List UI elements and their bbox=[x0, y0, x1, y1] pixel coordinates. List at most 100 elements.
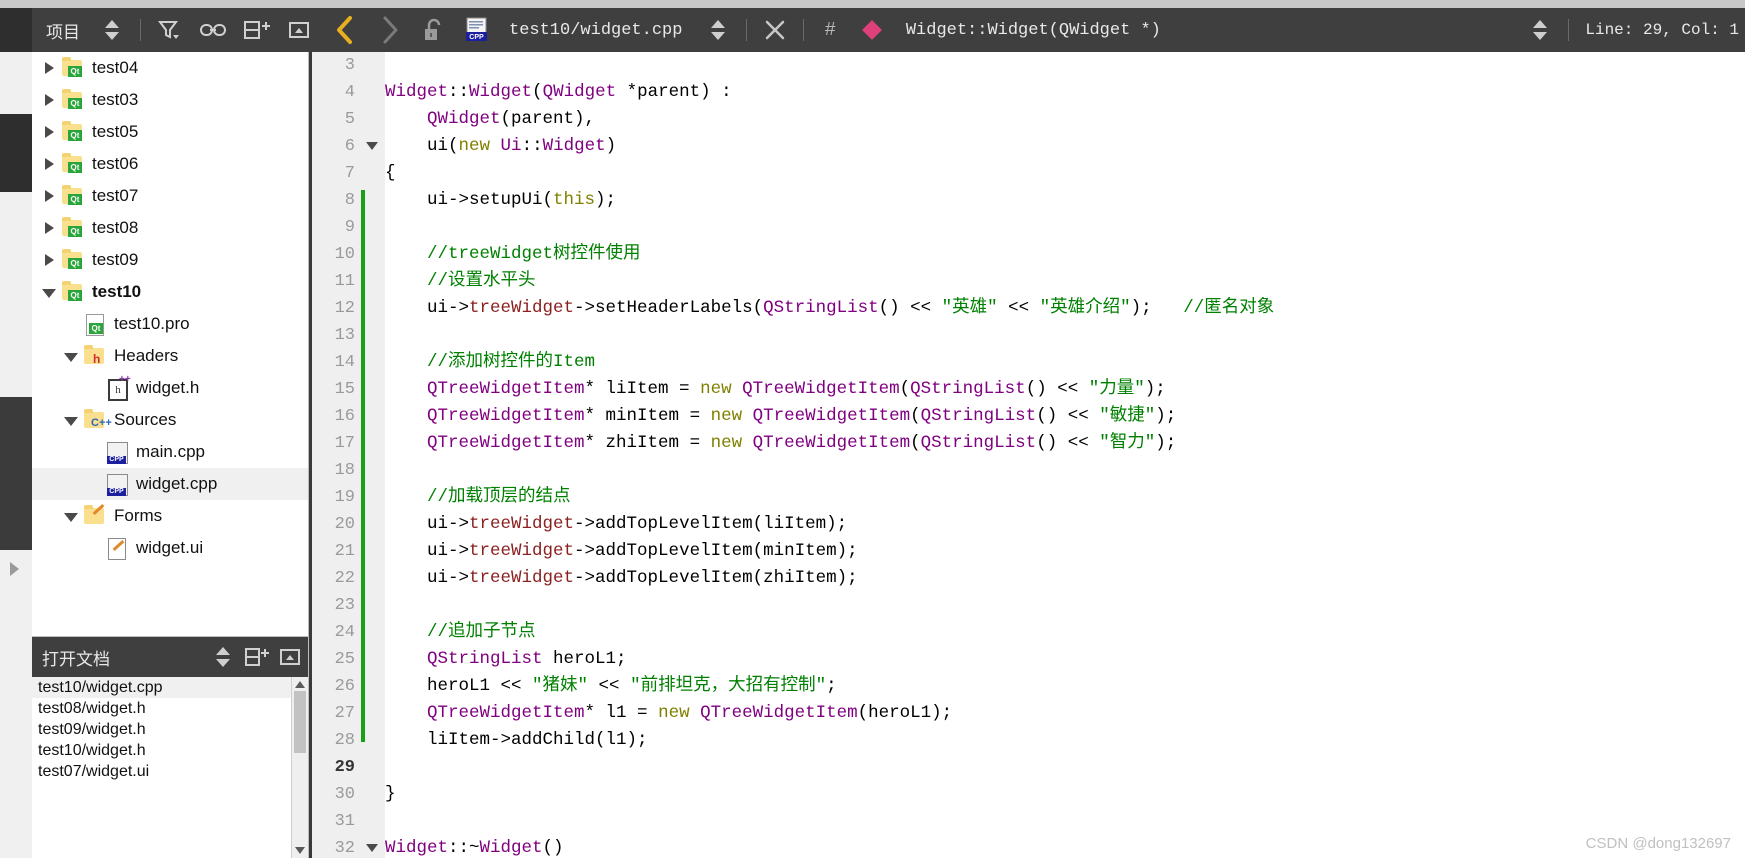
gutter-line[interactable]: 31 bbox=[309, 808, 385, 835]
twisty-collapsed-icon[interactable] bbox=[38, 121, 60, 143]
current-file-path[interactable]: test10/widget.cpp bbox=[499, 21, 682, 40]
tree-item-test10-pro[interactable]: Qt test10.pro bbox=[32, 308, 308, 340]
gutter-line[interactable]: 24 bbox=[309, 619, 385, 646]
scroll-down-arrow-icon[interactable] bbox=[295, 847, 305, 854]
gutter-line[interactable]: 27 bbox=[309, 700, 385, 727]
expand-sidebar-arrow-icon[interactable] bbox=[10, 562, 19, 576]
twisty-collapsed-icon[interactable] bbox=[38, 185, 60, 207]
gutter-line[interactable]: 14 bbox=[309, 349, 385, 376]
tree-item-test04[interactable]: Qt test04 bbox=[32, 52, 308, 84]
fold-marker-icon[interactable] bbox=[366, 844, 378, 852]
gutter-line[interactable]: 4 bbox=[309, 79, 385, 106]
code-line[interactable]: } bbox=[385, 781, 1745, 808]
tree-item-test05[interactable]: Qt test05 bbox=[32, 116, 308, 148]
gutter-line[interactable]: 7 bbox=[309, 160, 385, 187]
gutter-line[interactable]: 11 bbox=[309, 268, 385, 295]
open-documents-scrollbar[interactable] bbox=[291, 677, 308, 858]
project-updown-button[interactable] bbox=[90, 8, 134, 52]
lock-toggle-button[interactable] bbox=[411, 8, 455, 52]
code-line[interactable]: QTreeWidgetItem* liItem = new QTreeWidge… bbox=[385, 376, 1745, 403]
code-line[interactable]: QWidget(parent), bbox=[385, 106, 1745, 133]
line-column-indicator[interactable]: Line: 29, Col: 1 bbox=[1575, 21, 1745, 39]
tree-item-test10[interactable]: Qt test10 bbox=[32, 276, 308, 308]
code-line[interactable]: //设置水平头 bbox=[385, 268, 1745, 295]
twisty-collapsed-icon[interactable] bbox=[38, 57, 60, 79]
code-line[interactable]: liItem->addChild(l1); bbox=[385, 727, 1745, 754]
code-line[interactable]: ui->treeWidget->setHeaderLabels(QStringL… bbox=[385, 295, 1745, 322]
gutter-line[interactable]: 29 bbox=[309, 754, 385, 781]
code-line[interactable]: heroL1 << "猪妹" << "前排坦克，大招有控制"; bbox=[385, 673, 1745, 700]
open-document-row[interactable]: test09/widget.h bbox=[32, 719, 308, 740]
code-line[interactable]: Widget::Widget(QWidget *parent) : bbox=[385, 79, 1745, 106]
gutter-line[interactable]: 3 bbox=[309, 52, 385, 79]
close-split-button[interactable] bbox=[279, 8, 323, 52]
opendocs-split-button[interactable] bbox=[240, 637, 274, 677]
code-line[interactable]: QTreeWidgetItem* l1 = new QTreeWidgetIte… bbox=[385, 700, 1745, 727]
code-line[interactable] bbox=[385, 214, 1745, 241]
gutter-line[interactable]: 16 bbox=[309, 403, 385, 430]
code-line[interactable] bbox=[385, 457, 1745, 484]
opendocs-close-button[interactable] bbox=[274, 637, 308, 677]
gutter-line[interactable]: 23 bbox=[309, 592, 385, 619]
project-tree[interactable]: Qt test04 Qt test03 Qt test05 Qt test06 Qt test07… bbox=[32, 52, 308, 637]
gutter-line[interactable]: 9 bbox=[309, 214, 385, 241]
twisty-expanded-icon[interactable] bbox=[60, 409, 82, 431]
code-line[interactable]: //追加子节点 bbox=[385, 619, 1745, 646]
gutter-line[interactable]: 25 bbox=[309, 646, 385, 673]
code-line[interactable]: //添加树控件的Item bbox=[385, 349, 1745, 376]
file-updown-button[interactable] bbox=[696, 8, 740, 52]
synchronize-button[interactable] bbox=[191, 8, 235, 52]
open-document-row[interactable]: test07/widget.ui bbox=[32, 761, 308, 782]
tree-item-widget-ui[interactable]: widget.ui bbox=[32, 532, 308, 564]
gutter-line[interactable]: 17 bbox=[309, 430, 385, 457]
close-document-button[interactable] bbox=[753, 8, 797, 52]
code-line[interactable]: ui->setupUi(this); bbox=[385, 187, 1745, 214]
open-documents-title[interactable]: 打开文档 bbox=[32, 645, 206, 670]
code-line[interactable] bbox=[385, 754, 1745, 781]
gutter-line[interactable]: 5 bbox=[309, 106, 385, 133]
code-line[interactable]: ui->treeWidget->addTopLevelItem(minItem)… bbox=[385, 538, 1745, 565]
tree-item-widget-cpp[interactable]: widget.cpp bbox=[32, 468, 308, 500]
twisty-expanded-icon[interactable] bbox=[38, 281, 60, 303]
code-line[interactable]: { bbox=[385, 160, 1745, 187]
gutter-line[interactable]: 28 bbox=[309, 727, 385, 754]
scroll-up-arrow-icon[interactable] bbox=[295, 681, 305, 688]
gutter-line[interactable]: 32 bbox=[309, 835, 385, 858]
navigate-back-button[interactable] bbox=[323, 8, 367, 52]
gutter-line[interactable]: 19 bbox=[309, 484, 385, 511]
code-line[interactable]: //加载顶层的结点 bbox=[385, 484, 1745, 511]
code-line[interactable] bbox=[385, 808, 1745, 835]
gutter-line[interactable]: 12 bbox=[309, 295, 385, 322]
code-text-area[interactable]: Widget::Widget(QWidget *parent) : QWidge… bbox=[385, 52, 1745, 858]
tree-item-test06[interactable]: Qt test06 bbox=[32, 148, 308, 180]
gutter-line[interactable]: 30 bbox=[309, 781, 385, 808]
code-line[interactable]: QStringList heroL1; bbox=[385, 646, 1745, 673]
code-line[interactable]: QTreeWidgetItem* zhiItem = new QTreeWidg… bbox=[385, 430, 1745, 457]
code-line[interactable]: QTreeWidgetItem* minItem = new QTreeWidg… bbox=[385, 403, 1745, 430]
fold-marker-icon[interactable] bbox=[366, 142, 378, 150]
code-line[interactable]: ui->treeWidget->addTopLevelItem(liItem); bbox=[385, 511, 1745, 538]
filter-button[interactable] bbox=[147, 8, 191, 52]
code-line[interactable]: ui(new Ui::Widget) bbox=[385, 133, 1745, 160]
current-symbol-label[interactable]: Widget::Widget(QWidget *) bbox=[894, 21, 1161, 40]
twisty-collapsed-icon[interactable] bbox=[38, 249, 60, 271]
tree-item-test08[interactable]: Qt test08 bbox=[32, 212, 308, 244]
symbol-updown-button[interactable] bbox=[1518, 8, 1562, 52]
project-selector-label[interactable]: 项目 bbox=[32, 18, 90, 43]
code-line[interactable] bbox=[385, 52, 1745, 79]
open-document-row[interactable]: test08/widget.h bbox=[32, 698, 308, 719]
gutter-line[interactable]: 21 bbox=[309, 538, 385, 565]
gutter-line[interactable]: 13 bbox=[309, 322, 385, 349]
gutter-line[interactable]: 22 bbox=[309, 565, 385, 592]
gutter-line[interactable]: 8 bbox=[309, 187, 385, 214]
tree-item-forms[interactable]: Forms bbox=[32, 500, 308, 532]
code-line[interactable] bbox=[385, 592, 1745, 619]
code-line[interactable] bbox=[385, 322, 1745, 349]
twisty-expanded-icon[interactable] bbox=[60, 505, 82, 527]
code-line[interactable]: //treeWidget树控件使用 bbox=[385, 241, 1745, 268]
gutter-line[interactable]: 26 bbox=[309, 673, 385, 700]
navigate-forward-button[interactable] bbox=[367, 8, 411, 52]
gutter-line[interactable]: 18 bbox=[309, 457, 385, 484]
tree-item-test03[interactable]: Qt test03 bbox=[32, 84, 308, 116]
code-line[interactable]: ui->treeWidget->addTopLevelItem(zhiItem)… bbox=[385, 565, 1745, 592]
